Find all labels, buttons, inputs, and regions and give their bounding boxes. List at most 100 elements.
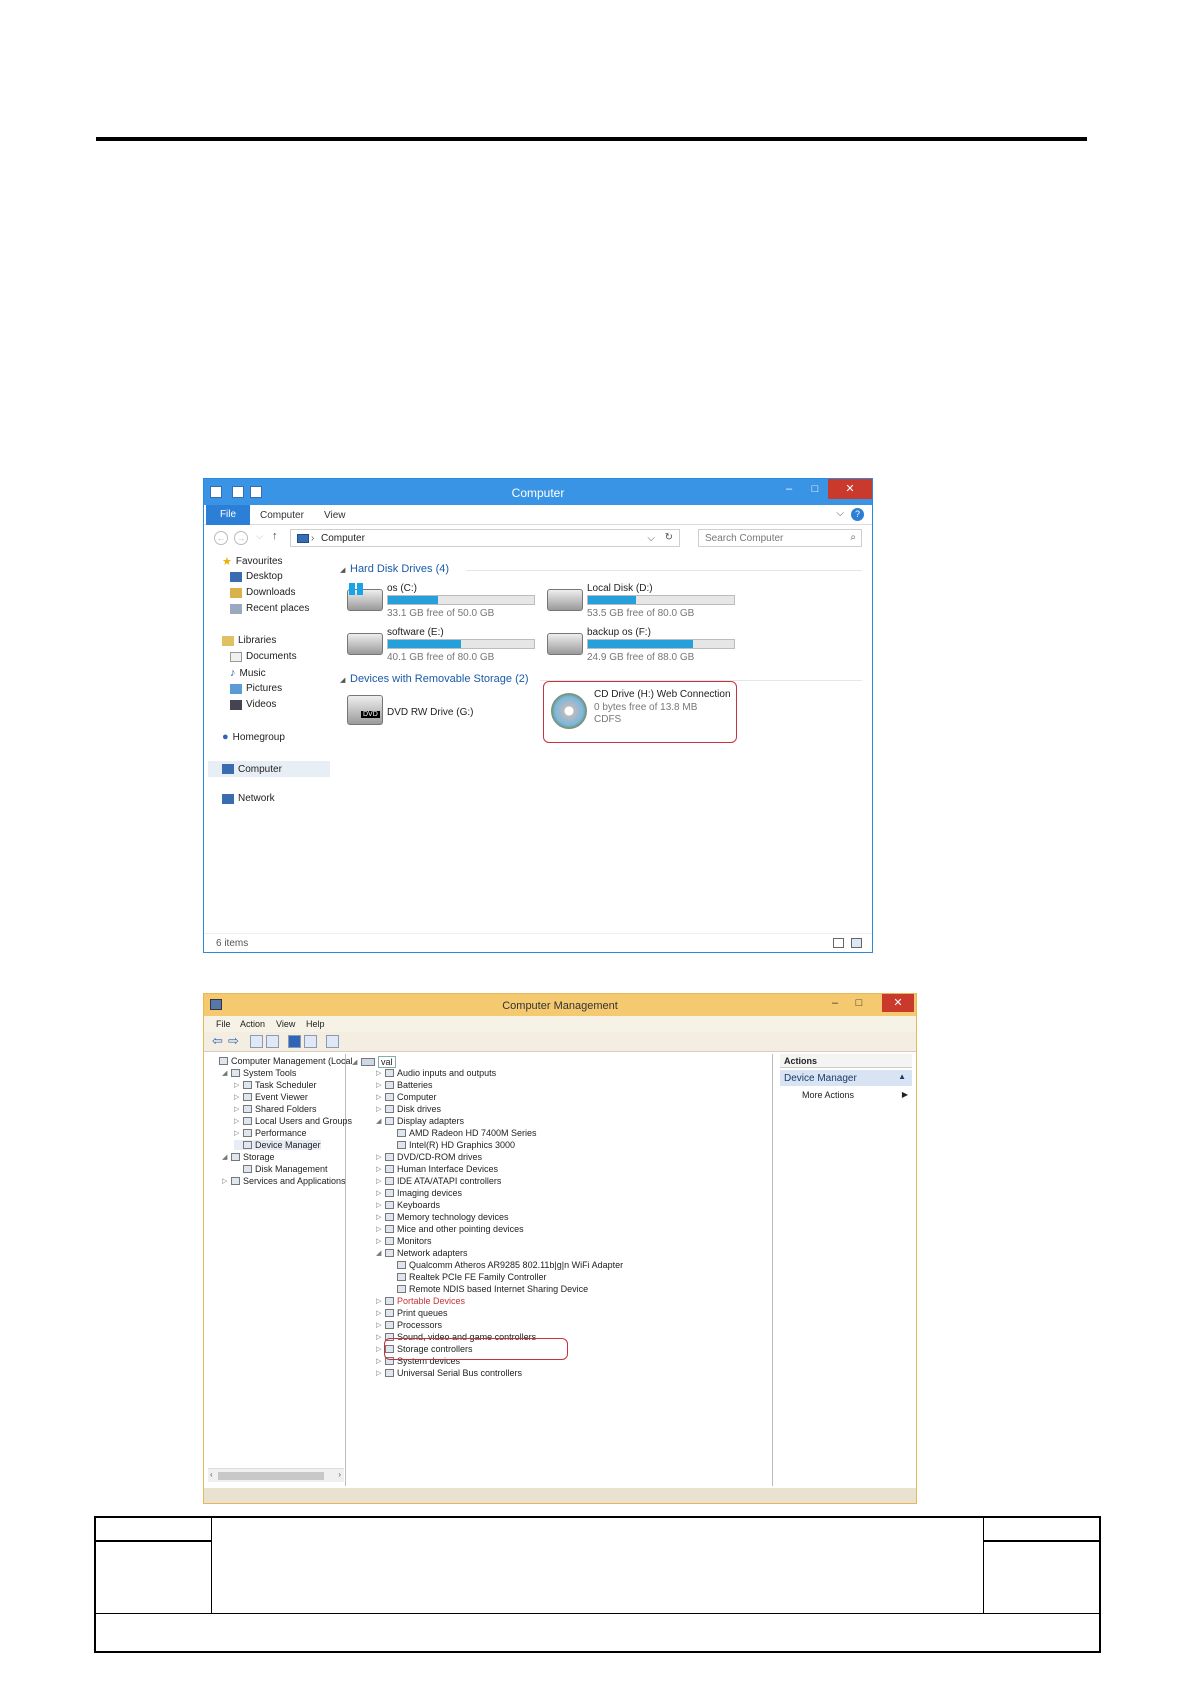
device-universal-serial-bus-controllers[interactable]: ▷ Universal Serial Bus controllers (376, 1368, 522, 1378)
search-input[interactable]: Search Computer ⌕ (698, 529, 862, 547)
breadcrumb[interactable]: Computer (321, 533, 365, 544)
expand-triangle-icon[interactable]: ▷ (376, 1321, 382, 1329)
ribbon-tab-computer[interactable]: Computer (260, 510, 304, 521)
device-remote-ndis-based-internet-sharing-device[interactable]: Remote NDIS based Internet Sharing Devic… (388, 1284, 588, 1294)
device-ide-ata-atapi-controllers[interactable]: ▷ IDE ATA/ATAPI controllers (376, 1176, 501, 1186)
nav-videos[interactable]: Videos (230, 699, 276, 710)
device-processors[interactable]: ▷ Processors (376, 1320, 442, 1330)
nav-recent-places[interactable]: Recent places (230, 603, 309, 614)
nav-desktop[interactable]: Desktop (230, 571, 283, 582)
device-computer[interactable]: ▷ Computer (376, 1092, 437, 1102)
tree-services-and-applications[interactable]: ▷ Services and Applications (222, 1176, 346, 1186)
expand-triangle-icon[interactable]: ▷ (376, 1189, 382, 1197)
device-human-interface-devices[interactable]: ▷ Human Interface Devices (376, 1164, 498, 1174)
expand-triangle-icon[interactable]: ▷ (376, 1081, 382, 1089)
horizontal-scrollbar[interactable]: ‹ › (208, 1468, 344, 1482)
nav-music[interactable]: ♪ Music (230, 667, 266, 679)
device-qualcomm-atheros-ar9285-802-11b-g-n-wifi-adapter[interactable]: Qualcomm Atheros AR9285 802.11b|g|n WiFi… (388, 1260, 623, 1270)
tree-storage[interactable]: ◢ Storage (222, 1152, 275, 1162)
nav-documents[interactable]: Documents (230, 651, 297, 662)
nav-libraries[interactable]: Libraries (222, 635, 276, 646)
expand-triangle-icon[interactable]: ▷ (376, 1333, 382, 1341)
expand-triangle-icon[interactable]: ▷ (376, 1309, 382, 1317)
expand-triangle-icon[interactable]: ▷ (376, 1297, 382, 1305)
device-audio-inputs-and-outputs[interactable]: ▷ Audio inputs and outputs (376, 1068, 496, 1078)
expand-triangle-icon[interactable]: ▷ (234, 1129, 240, 1137)
expand-triangle-icon[interactable]: ▷ (376, 1237, 382, 1245)
collapse-triangle-icon[interactable]: ◢ (222, 1069, 228, 1077)
maximize-button[interactable]: □ (848, 994, 870, 1012)
show-hide-tree-icon[interactable] (266, 1035, 279, 1048)
tree-disk-management[interactable]: Disk Management (234, 1164, 328, 1174)
forward-arrow-icon[interactable]: → (234, 531, 248, 545)
expand-triangle-icon[interactable]: ◢ (352, 1058, 358, 1066)
menu-view[interactable]: View (276, 1019, 295, 1029)
tree-device-manager[interactable]: Device Manager (234, 1140, 321, 1150)
nav-computer[interactable]: Computer (208, 761, 330, 777)
tree-shared-folders[interactable]: ▷ Shared Folders (234, 1104, 317, 1114)
more-actions-link[interactable]: More Actions (802, 1090, 854, 1100)
ribbon-file-tab[interactable]: File (206, 505, 250, 525)
expand-triangle-icon[interactable]: ▷ (222, 1177, 228, 1185)
expand-triangle-icon[interactable]: ▷ (376, 1201, 382, 1209)
drive-cd-h[interactable]: CD Drive (H:) Web Connection 0 bytes fre… (547, 683, 733, 739)
collapse-triangle-icon[interactable]: ◢ (376, 1117, 382, 1125)
menu-help[interactable]: Help (306, 1019, 325, 1029)
device-memory-technology-devices[interactable]: ▷ Memory technology devices (376, 1212, 509, 1222)
up-folder-icon[interactable] (250, 1035, 263, 1048)
device-network-adapters[interactable]: ◢ Network adapters (376, 1248, 468, 1258)
expand-triangle-icon[interactable]: ▷ (376, 1357, 382, 1365)
minimize-button[interactable]: – (776, 479, 802, 499)
device-disk-drives[interactable]: ▷ Disk drives (376, 1104, 441, 1114)
device-print-queues[interactable]: ▷ Print queues (376, 1308, 448, 1318)
collapse-up-icon[interactable]: ▲ (898, 1072, 906, 1081)
scroll-right-icon[interactable]: › (338, 1470, 341, 1479)
device-portable-devices[interactable]: ▷ Portable Devices (376, 1296, 465, 1306)
expand-triangle-icon[interactable]: ▷ (234, 1081, 240, 1089)
close-button[interactable]: ✕ (882, 994, 914, 1012)
device-display-adapters[interactable]: ◢ Display adapters (376, 1116, 464, 1126)
drive-c[interactable]: os (C:) 33.1 GB free of 50.0 GB (347, 583, 547, 623)
scroll-left-icon[interactable]: ‹ (210, 1470, 213, 1479)
collapse-triangle-icon[interactable]: ◢ (340, 676, 345, 684)
group-header-hard-disks[interactable]: Hard Disk Drives (4) (350, 563, 449, 575)
forward-arrow-icon[interactable]: ⇨ (228, 1034, 239, 1048)
drive-e[interactable]: software (E:) 40.1 GB free of 80.0 GB (347, 627, 547, 667)
drive-dvd-g[interactable]: DVD DVD RW Drive (G:) (347, 691, 527, 735)
explorer-titlebar[interactable]: Computer – □ ✕ (204, 479, 872, 505)
search-icon[interactable]: ⌕ (850, 532, 856, 543)
large-icons-view-icon[interactable] (851, 938, 862, 948)
expand-triangle-icon[interactable]: ▷ (376, 1105, 382, 1113)
device-intel-r-hd-graphics-3000[interactable]: Intel(R) HD Graphics 3000 (388, 1140, 515, 1150)
nav-homegroup[interactable]: ● Homegroup (222, 731, 285, 743)
actions-device-manager[interactable]: Device Manager ▲ (780, 1070, 912, 1086)
ribbon-tab-view[interactable]: View (324, 510, 346, 521)
tree-performance[interactable]: ▷ Performance (234, 1128, 307, 1138)
menu-file[interactable]: File (216, 1019, 231, 1029)
expand-triangle-icon[interactable]: ▷ (234, 1105, 240, 1113)
device-imaging-devices[interactable]: ▷ Imaging devices (376, 1188, 462, 1198)
tree-system-tools[interactable]: ◢ System Tools (222, 1068, 296, 1078)
chevron-right-icon[interactable]: ▶ (902, 1090, 908, 1099)
expand-triangle-icon[interactable]: ▷ (234, 1117, 240, 1125)
scan-hardware-icon[interactable] (326, 1035, 339, 1048)
drive-d[interactable]: Local Disk (D:) 53.5 GB free of 80.0 GB (547, 583, 747, 623)
expand-triangle-icon[interactable]: ▷ (376, 1213, 382, 1221)
scrollbar-thumb[interactable] (218, 1472, 324, 1480)
expand-triangle-icon[interactable]: ▷ (376, 1093, 382, 1101)
address-dropdown-icon[interactable]: ⌵ (647, 533, 655, 544)
back-arrow-icon[interactable]: ⇦ (212, 1034, 223, 1048)
refresh-icon[interactable]: ↻ (665, 532, 673, 543)
group-header-removable[interactable]: Devices with Removable Storage (2) (350, 673, 529, 685)
chevron-down-icon[interactable]: ⌵ (836, 508, 844, 519)
tree-computer-management-local[interactable]: Computer Management (Local (210, 1056, 353, 1066)
menu-action[interactable]: Action (240, 1019, 265, 1029)
expand-triangle-icon[interactable]: ▷ (376, 1153, 382, 1161)
nav-downloads[interactable]: Downloads (230, 587, 295, 598)
address-input[interactable]: › Computer ⌵ ↻ (290, 529, 680, 547)
action-pane-icon[interactable] (304, 1035, 317, 1048)
device-monitors[interactable]: ▷ Monitors (376, 1236, 432, 1246)
device-batteries[interactable]: ▷ Batteries (376, 1080, 433, 1090)
back-arrow-icon[interactable]: ← (214, 531, 228, 545)
tree-task-scheduler[interactable]: ▷ Task Scheduler (234, 1080, 317, 1090)
